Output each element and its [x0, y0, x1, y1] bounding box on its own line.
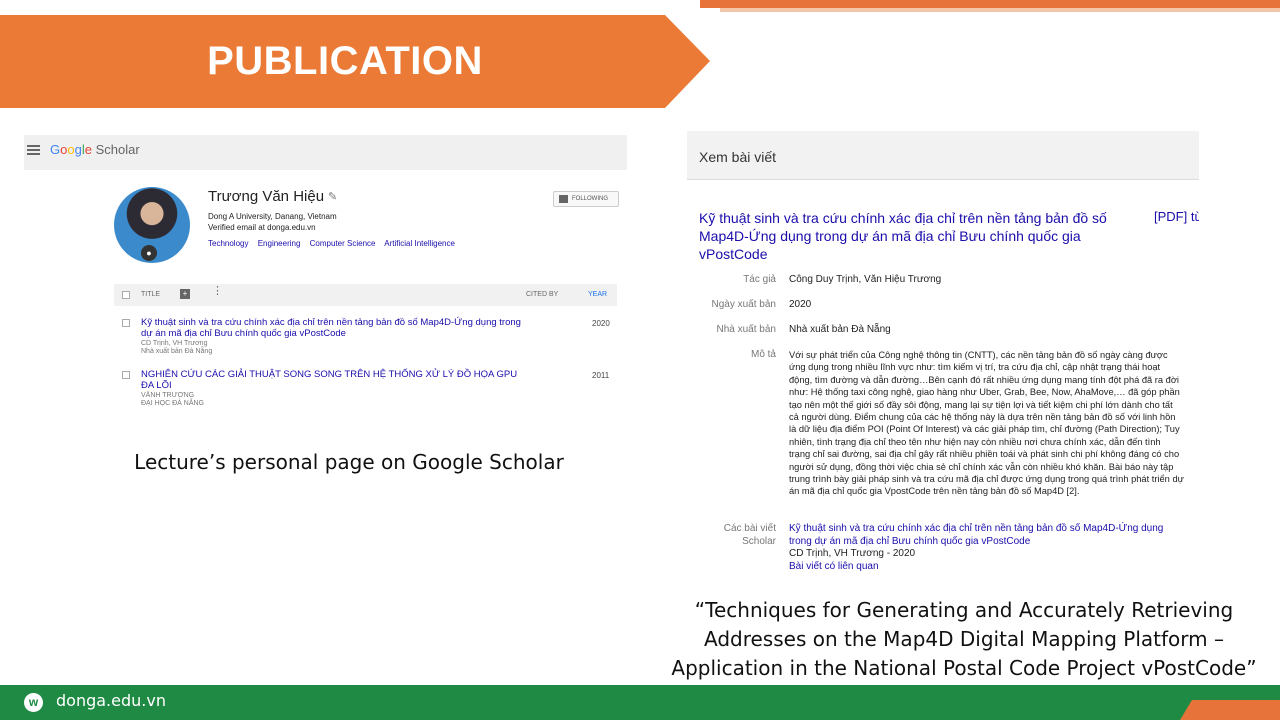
scholar-articles-label: Các bài viết Scholar [723, 523, 776, 547]
profile-email: Verified email at donga.edu.vn [208, 223, 316, 232]
article-header-bar: Xem bài viết [687, 131, 1199, 180]
scholar-article-authors: CD Trịnh, VH Trương - 2020 [789, 548, 916, 559]
scholar-profile-screenshot: Google Scholar ● Trương Văn Hiệu ✎ Dong … [24, 135, 627, 415]
publisher-label: Nhà xuất bản [716, 324, 777, 335]
edit-pencil-icon[interactable]: ✎ [328, 190, 337, 203]
select-all-checkbox[interactable] [122, 291, 130, 299]
date-value: 2020 [789, 299, 812, 310]
tag-link[interactable]: Computer Science [310, 239, 376, 248]
publication-title-link[interactable]: NGHIÊN CỨU CÁC GIẢI THUẬT SONG SONG TRÊN… [141, 369, 521, 391]
add-article-icon[interactable]: + [180, 289, 190, 299]
publication-year: 2011 [592, 371, 610, 380]
description-label: Mô tả [750, 349, 776, 360]
date-label: Ngày xuất bản [711, 299, 777, 310]
cited-by-column-header[interactable]: CITED BY [526, 291, 558, 298]
top-accent-shadow [720, 8, 1280, 12]
article-header-label: Xem bài viết [699, 149, 777, 165]
hamburger-menu-icon[interactable] [27, 145, 40, 156]
authors-value: Công Duy Trịnh, Văn Hiệu Trương [789, 274, 942, 285]
scholar-articles-value: Kỹ thuật sinh và tra cứu chính xác địa c… [789, 523, 1184, 573]
footer-accent [1180, 700, 1280, 720]
article-title-link[interactable]: Kỹ thuật sinh và tra cứu chính xác địa c… [699, 209, 1129, 263]
publication-year: 2020 [592, 319, 610, 328]
publication-authors: CD Trịnh, VH Trương [141, 340, 208, 347]
row-checkbox[interactable] [122, 371, 130, 379]
scholar-article-link[interactable]: Kỹ thuật sinh và tra cứu chính xác địa c… [789, 523, 1184, 548]
publication-venue: ĐẠI HỌC ĐÀ NẴNG [141, 400, 205, 407]
profile-interest-tags: Technology Engineering Computer Science … [208, 239, 462, 248]
following-button[interactable]: FOLLOWING [553, 191, 619, 207]
title-column-header[interactable]: TITLE [141, 291, 160, 298]
row-checkbox[interactable] [122, 319, 130, 327]
tag-link[interactable]: Artificial Intelligence [384, 239, 455, 248]
donga-logo-icon: w [24, 693, 43, 712]
publication-authors: VÄNH TRƯƠNG [141, 392, 195, 399]
description-value: Với sự phát triển của Công nghệ thông ti… [789, 350, 1184, 497]
pdf-link[interactable]: [PDF] từ [1154, 209, 1199, 224]
related-articles-link[interactable]: Bài viết có liên quan [789, 561, 1184, 574]
slide-title: PUBLICATION [207, 39, 483, 83]
publication-title-link[interactable]: Kỹ thuật sinh và tra cứu chính xác địa c… [141, 317, 521, 339]
publisher-value: Nhà xuất bản Đà Nẵng [789, 324, 891, 335]
footer-website: donga.edu.vn [56, 691, 166, 710]
caption-scholar: Lecture’s personal page on Google Schola… [134, 450, 564, 474]
scholar-topbar: Google Scholar [24, 135, 627, 170]
article-detail-screenshot: Xem bài viết Kỹ thuật sinh và tra cứu ch… [687, 131, 1199, 586]
top-accent-stripe [700, 0, 1280, 8]
camera-icon[interactable]: ● [141, 245, 157, 261]
more-options-icon[interactable]: ⋮ [212, 286, 223, 297]
publications-header: TITLE + ⋮ CITED BY YEAR [114, 284, 617, 306]
authors-label: Tác giả [743, 274, 776, 285]
google-scholar-logo[interactable]: Google Scholar [50, 142, 140, 157]
tag-link[interactable]: Engineering [258, 239, 301, 248]
profile-affiliation: Dong A University, Danang, Vietnam [208, 212, 337, 221]
year-column-header[interactable]: YEAR [588, 291, 607, 298]
publication-venue: Nhà xuất bản Đà Nẵng [141, 348, 213, 355]
footer-bar [0, 685, 1280, 720]
tag-link[interactable]: Technology [208, 239, 248, 248]
follow-icon [559, 195, 568, 203]
profile-name: Trương Văn Hiệu [208, 188, 325, 205]
caption-article: “Techniques for Generating and Accuratel… [671, 598, 1257, 680]
